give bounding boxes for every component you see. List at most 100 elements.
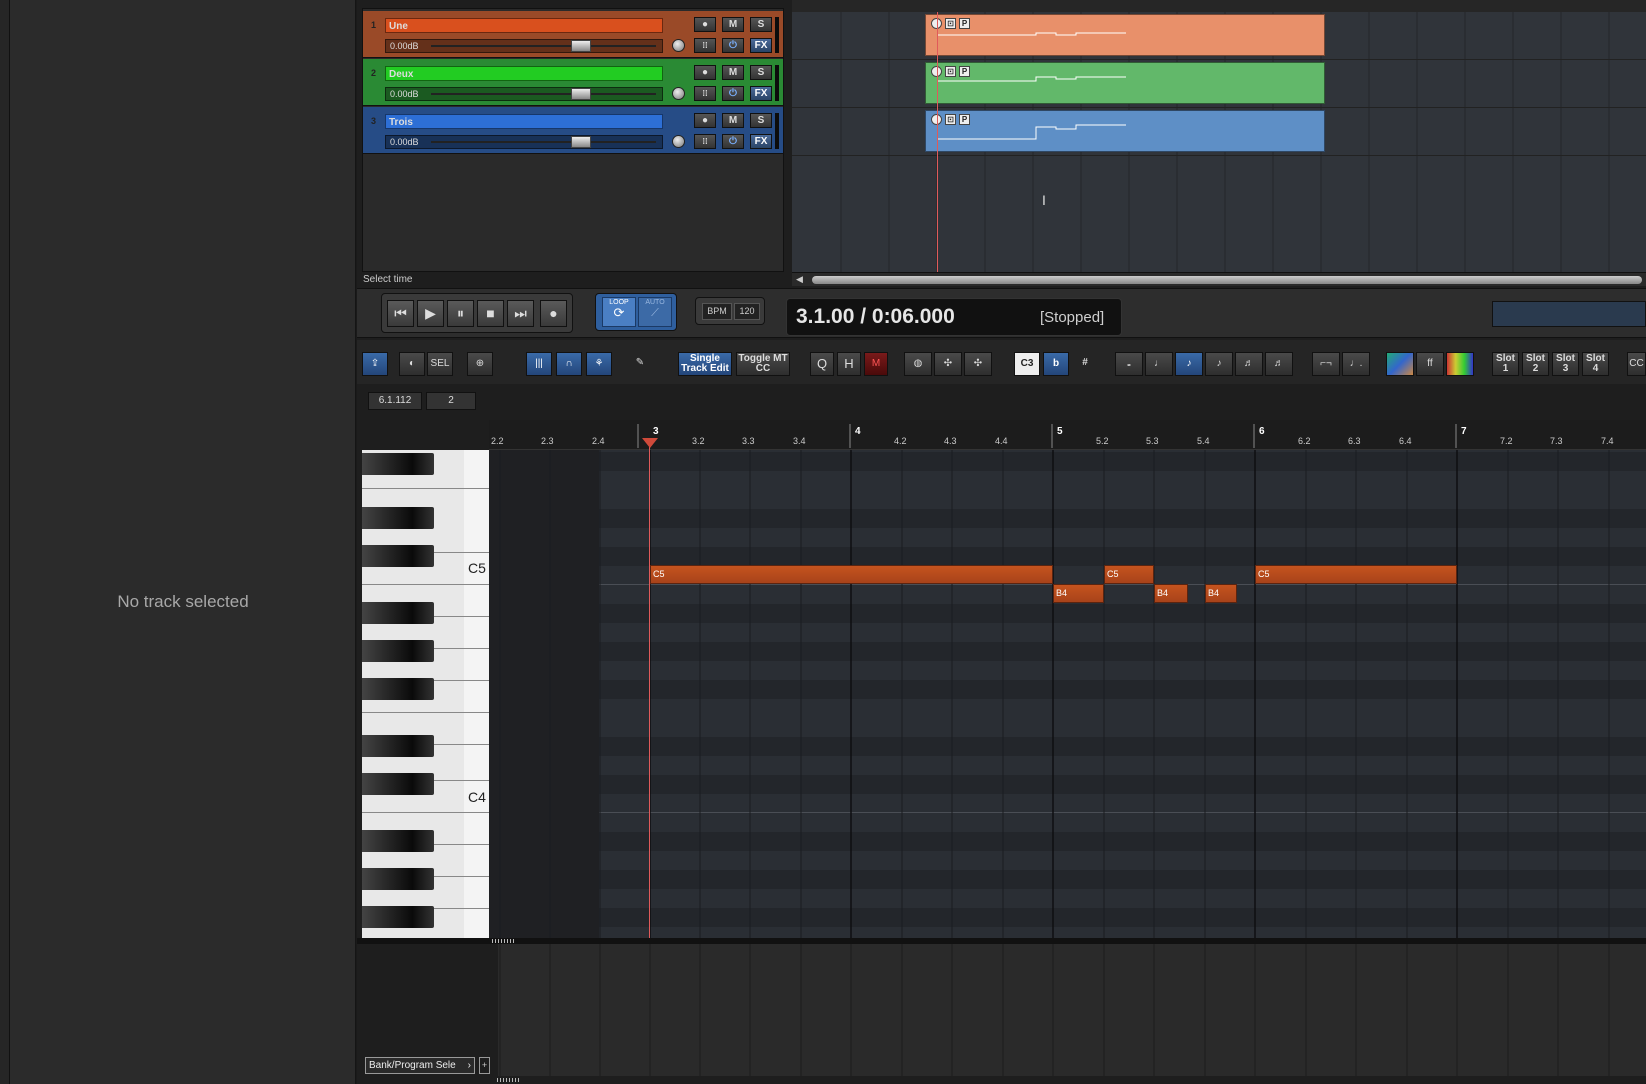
track-row-1[interactable]: 1 Une 0.00dB ● M S ⁞⁞ ⏻ FX bbox=[363, 11, 783, 58]
midi-note[interactable]: B4 bbox=[1205, 584, 1237, 603]
piano-keyboard[interactable] bbox=[362, 450, 489, 938]
stop-icon[interactable]: ■ bbox=[477, 300, 504, 327]
arrange-view[interactable]: ⊡ P ⊡ P ⊡ P I bbox=[792, 0, 1646, 272]
pan-knob[interactable] bbox=[672, 39, 685, 52]
track-row-3[interactable]: 3 Trois 0.00dB ● M S ⁞⁞ ⏻ FX bbox=[363, 107, 783, 154]
midi-note[interactable]: C5 bbox=[650, 565, 1053, 584]
single-track-edit-button[interactable]: Single Track Edit bbox=[678, 352, 732, 376]
black-key[interactable] bbox=[362, 773, 434, 795]
track-name-field[interactable]: Trois bbox=[385, 114, 663, 129]
mute-button[interactable]: M bbox=[722, 65, 744, 80]
toggle-mt-cc-button[interactable]: Toggle MT CC bbox=[736, 352, 790, 376]
cc-clip-button[interactable]: CC bbox=[1627, 352, 1646, 376]
sharp-button[interactable]: # bbox=[1072, 352, 1098, 376]
upload-icon[interactable]: ⇪ bbox=[362, 352, 388, 376]
track-lane-2[interactable]: ⊡ P bbox=[792, 60, 1646, 108]
fader-thumb[interactable] bbox=[571, 136, 591, 148]
slot-2-button[interactable]: Slot 2 bbox=[1522, 352, 1549, 376]
envelope-button[interactable]: ⁞⁞ bbox=[694, 38, 716, 53]
auto-toggle-button[interactable]: AUTO ⟋ bbox=[638, 297, 672, 327]
track-lane-3[interactable]: ⊡ P bbox=[792, 108, 1646, 156]
note-quarter-icon[interactable]: ♪ bbox=[1175, 352, 1203, 376]
black-key[interactable] bbox=[362, 602, 434, 624]
black-key[interactable] bbox=[362, 545, 434, 567]
brush-icon[interactable]: ✎ bbox=[627, 352, 653, 376]
black-key[interactable] bbox=[362, 735, 434, 757]
grid-icon[interactable]: ||| bbox=[526, 352, 552, 376]
dotted-note-icon[interactable]: ♩. bbox=[1342, 352, 1370, 376]
fx-button[interactable]: FX bbox=[750, 38, 772, 53]
black-key[interactable] bbox=[362, 453, 434, 475]
record-arm-button[interactable]: ● bbox=[694, 17, 716, 32]
slot-3-button[interactable]: Slot 3 bbox=[1552, 352, 1579, 376]
note-thirtysecond-icon[interactable]: ♬ bbox=[1265, 352, 1293, 376]
media-item[interactable]: ⊡ P bbox=[925, 14, 1325, 56]
record-arm-button[interactable]: ● bbox=[694, 65, 716, 80]
playhead-marker-icon[interactable] bbox=[642, 438, 658, 448]
black-key[interactable] bbox=[362, 640, 434, 662]
midi-note[interactable]: B4 bbox=[1053, 584, 1104, 603]
pan-knob[interactable] bbox=[672, 135, 685, 148]
fader-thumb[interactable] bbox=[571, 88, 591, 100]
color-velocity-icon[interactable] bbox=[1386, 352, 1414, 376]
record-arm-button[interactable]: ● bbox=[694, 113, 716, 128]
record-icon[interactable]: ● bbox=[540, 300, 567, 327]
track-row-2[interactable]: 2 Deux 0.00dB ● M S ⁞⁞ ⏻ FX bbox=[363, 59, 783, 106]
skip-back-icon[interactable]: ⏮ bbox=[387, 300, 414, 327]
position-field[interactable]: 6.1.112 bbox=[368, 392, 422, 410]
select-button[interactable]: SEL bbox=[427, 352, 453, 376]
mute-notes-button[interactable]: M bbox=[864, 352, 888, 376]
track-name-field[interactable]: Deux bbox=[385, 66, 663, 81]
resize-grip-icon[interactable] bbox=[497, 1078, 521, 1082]
mute-button[interactable]: M bbox=[722, 113, 744, 128]
humanize-button[interactable]: H bbox=[837, 352, 861, 376]
scrollbar-thumb[interactable] bbox=[812, 276, 1642, 284]
color-pitch-icon[interactable] bbox=[1446, 352, 1474, 376]
media-item[interactable]: ⊡ P bbox=[925, 110, 1325, 152]
loop-toggle-button[interactable]: LOOP ⟳ bbox=[602, 297, 636, 327]
bpm-value-field[interactable]: 120 bbox=[734, 303, 760, 320]
solo-button[interactable]: S bbox=[750, 65, 772, 80]
slot-1-button[interactable]: Slot 1 bbox=[1492, 352, 1519, 376]
pan-knob[interactable] bbox=[672, 87, 685, 100]
skip-forward-icon[interactable]: ⏭ bbox=[507, 300, 534, 327]
phase-icon[interactable]: ⏻ bbox=[722, 134, 744, 149]
track-name-field[interactable]: Une bbox=[385, 18, 663, 33]
envelope-button[interactable]: ⁞⁞ bbox=[694, 134, 716, 149]
media-item[interactable]: ⊡ P bbox=[925, 62, 1325, 104]
mute-button[interactable]: M bbox=[722, 17, 744, 32]
envelope-button[interactable]: ⁞⁞ bbox=[694, 86, 716, 101]
note-whole-icon[interactable]: 𝅝 bbox=[1115, 352, 1143, 376]
volume-fader[interactable]: 0.00dB bbox=[385, 87, 663, 101]
snap-magnet-icon[interactable]: ∩ bbox=[556, 352, 582, 376]
arrange-horizontal-scrollbar[interactable]: ◀ bbox=[792, 272, 1646, 286]
length-field[interactable]: 2 bbox=[426, 392, 476, 410]
master-meter[interactable] bbox=[1492, 301, 1646, 327]
cc-lane-add-icon[interactable]: + bbox=[479, 1057, 490, 1074]
solo-button[interactable]: S bbox=[750, 113, 772, 128]
black-key[interactable] bbox=[362, 507, 434, 529]
midi-note[interactable]: C5 bbox=[1255, 565, 1457, 584]
phase-icon[interactable]: ⏻ bbox=[722, 86, 744, 101]
flat-button[interactable]: b bbox=[1043, 352, 1069, 376]
drum-remove-icon[interactable]: ✣ bbox=[964, 352, 992, 376]
solo-button[interactable]: S bbox=[750, 17, 772, 32]
cc-lane-selector[interactable]: Bank/Program Sele › bbox=[365, 1057, 475, 1074]
phase-icon[interactable]: ⏻ bbox=[722, 38, 744, 53]
black-key[interactable] bbox=[362, 906, 434, 928]
midi-note[interactable]: C5 bbox=[1104, 565, 1154, 584]
palette-icon[interactable]: ◐ bbox=[399, 352, 425, 376]
quantize-button[interactable]: Q bbox=[810, 352, 834, 376]
tuplet-icon[interactable]: ⌐¬ bbox=[1312, 352, 1340, 376]
resize-grip-icon[interactable] bbox=[492, 939, 516, 943]
fx-button[interactable]: FX bbox=[750, 134, 772, 149]
black-key[interactable] bbox=[362, 678, 434, 700]
zoom-icon[interactable]: ⊕ bbox=[467, 352, 493, 376]
scroll-left-icon[interactable]: ◀ bbox=[796, 274, 803, 285]
midi-note[interactable]: B4 bbox=[1154, 584, 1188, 603]
key-c3-button[interactable]: C3 bbox=[1014, 352, 1040, 376]
note-eighth-icon[interactable]: ♪ bbox=[1205, 352, 1233, 376]
fx-button[interactable]: FX bbox=[750, 86, 772, 101]
note-half-icon[interactable]: ♩ bbox=[1145, 352, 1173, 376]
drum-add-icon[interactable]: ✣ bbox=[934, 352, 962, 376]
